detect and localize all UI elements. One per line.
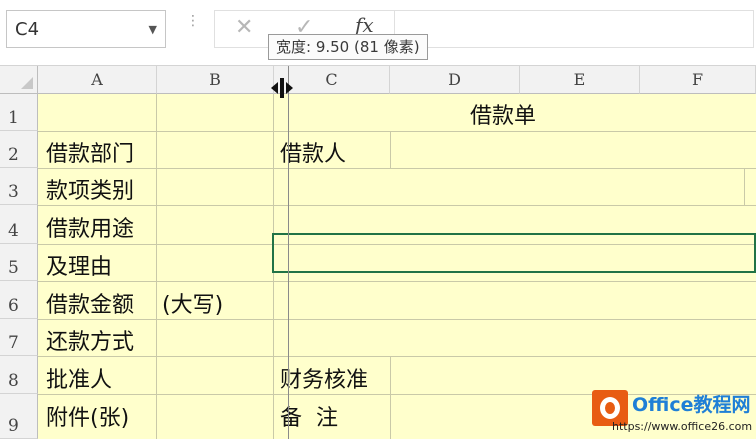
gridline	[156, 94, 157, 439]
name-box[interactable]: C4 ▼	[6, 10, 166, 48]
row-number: 5	[8, 258, 19, 278]
column-header-a[interactable]: A	[38, 66, 157, 94]
column-width-tooltip: 宽度: 9.50 (81 像素)	[268, 34, 428, 60]
formula-input[interactable]	[394, 10, 754, 48]
column-header-b[interactable]: B	[157, 66, 274, 94]
row-header-2[interactable]: 2	[0, 131, 38, 168]
gridline	[38, 319, 756, 320]
watermark: Office教程网 https://www.office26.com	[592, 390, 756, 439]
more-options-icon: ⋮	[186, 13, 200, 29]
row-header-4[interactable]: 4	[0, 205, 38, 244]
column-header-e[interactable]: E	[520, 66, 640, 94]
cell-a8: 批准人	[46, 368, 113, 393]
gridline	[38, 205, 756, 206]
cell-a6: 借款金额	[46, 293, 135, 318]
row-header-1[interactable]: 1	[0, 94, 38, 131]
spreadsheet-window: C4 ▼ ⋮ ✕ ✓ fx 宽度: 9.50 (81 像素) A B C D E…	[0, 0, 756, 439]
cell-a4: 借款用途	[46, 217, 135, 242]
watermark-name: Office教程网	[632, 394, 751, 416]
name-box-value: C4	[15, 19, 40, 40]
gridline	[38, 356, 756, 357]
row-number: 7	[8, 333, 19, 353]
row-number: 3	[8, 182, 19, 202]
cell-a7: 还款方式	[46, 330, 135, 355]
worksheet-grid: A B C D E F 1 2 3 4 5 6 7 8 9 借款单 借款部门 借…	[0, 66, 756, 439]
column-header-d[interactable]: D	[390, 66, 520, 94]
row-header-9[interactable]: 9	[0, 394, 38, 439]
row-number: 4	[8, 221, 19, 241]
column-header-f[interactable]: F	[640, 66, 756, 94]
watermark-url: https://www.office26.com	[612, 420, 753, 433]
gridline	[38, 131, 756, 132]
cell-a5: 及理由	[46, 255, 113, 280]
cell-area[interactable]: 借款单 借款部门 借款人 款项类别 借款用途 及理由 借款金额 (大写) 还款方…	[38, 94, 756, 439]
row-header-8[interactable]: 8	[0, 356, 38, 394]
cell-a3: 款项类别	[46, 179, 135, 204]
select-all-button[interactable]	[0, 66, 38, 94]
row-number: 1	[8, 108, 19, 128]
row-header-3[interactable]: 3	[0, 168, 38, 205]
close-icon[interactable]: ✕	[235, 15, 253, 40]
cell-a2: 借款部门	[46, 142, 135, 167]
row-header-7[interactable]: 7	[0, 319, 38, 356]
form-title: 借款单	[470, 104, 537, 129]
column-resize-guide	[288, 66, 289, 439]
row-number: 9	[8, 416, 19, 436]
cell-c8: 财务核准	[280, 368, 369, 393]
row-header-6[interactable]: 6	[0, 281, 38, 319]
selected-cell-border	[272, 233, 756, 273]
cell-c2: 借款人	[280, 142, 347, 167]
resize-cursor-icon	[271, 78, 293, 98]
row-number: 2	[8, 145, 19, 165]
gridline	[744, 168, 745, 205]
row-number: 8	[8, 371, 19, 391]
row-number: 6	[8, 296, 19, 316]
cell-b6: (大写)	[162, 293, 224, 318]
gridline	[38, 168, 756, 169]
gridline	[38, 281, 756, 282]
gridline	[390, 356, 391, 439]
chevron-down-icon[interactable]: ▼	[149, 23, 157, 36]
row-header-5[interactable]: 5	[0, 244, 38, 281]
gridline	[390, 131, 391, 168]
cell-a9: 附件(张)	[46, 406, 130, 431]
